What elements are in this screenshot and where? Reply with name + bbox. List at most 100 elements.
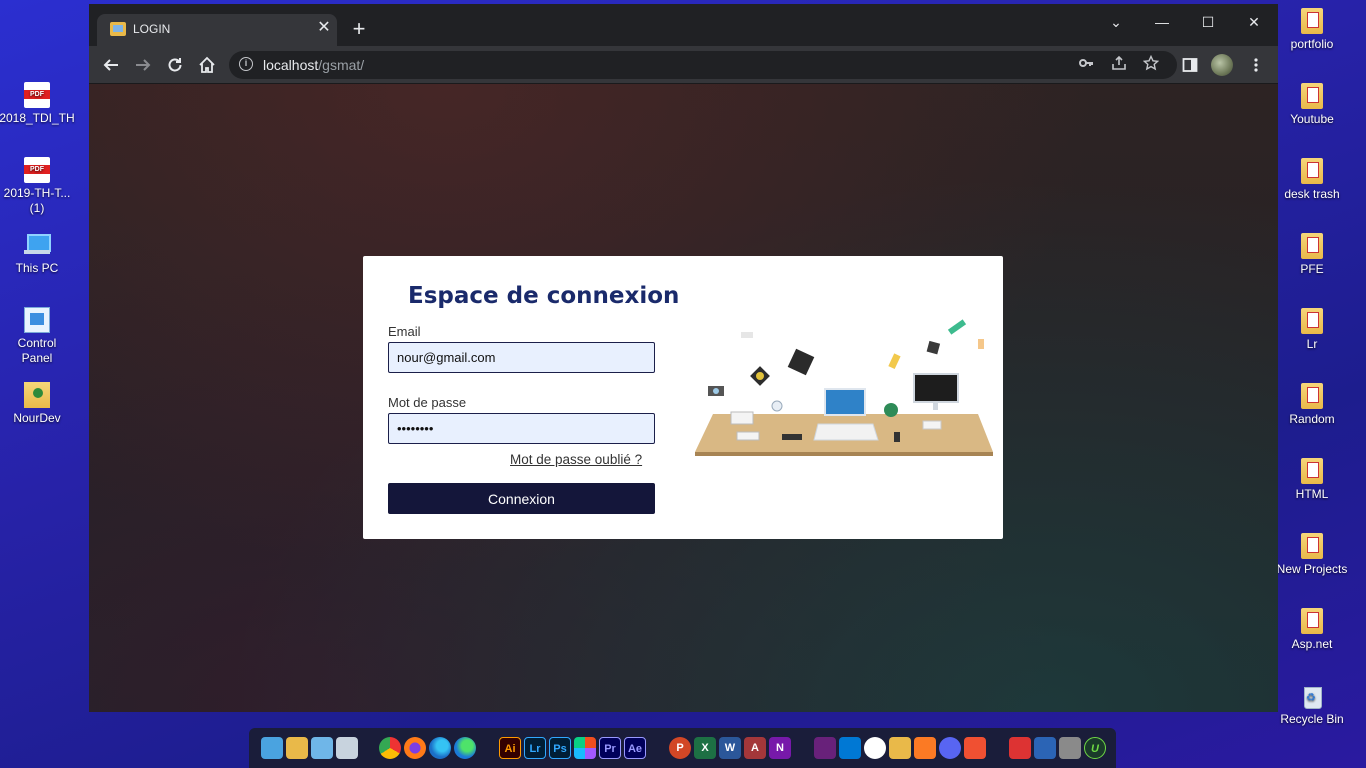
- key-glyph: [1079, 59, 1093, 67]
- monitor-shape: [913, 373, 959, 403]
- reload-button[interactable]: [164, 54, 186, 76]
- winrar-icon[interactable]: [1059, 737, 1081, 759]
- chrome-icon[interactable]: [379, 737, 401, 759]
- folder-icon[interactable]: [286, 737, 308, 759]
- tab-bar: LOGIN ✕ + ⌄ — ☐ ✕: [89, 4, 1278, 46]
- email-field[interactable]: [388, 342, 655, 373]
- premiere-icon[interactable]: Pr: [599, 737, 621, 759]
- xampp-icon[interactable]: [914, 737, 936, 759]
- url-text: localhost/gsmat/: [263, 57, 364, 73]
- folder-icon: [1301, 608, 1323, 634]
- profile-avatar[interactable]: [1211, 54, 1233, 76]
- side-panel-button[interactable]: [1179, 54, 1201, 76]
- visual-studio-icon[interactable]: [814, 737, 836, 759]
- edge-icon[interactable]: [429, 737, 451, 759]
- window-close-button[interactable]: ✕: [1242, 12, 1266, 32]
- browser-toolbar: i localhost/gsmat/: [89, 46, 1278, 84]
- edge-dev-icon[interactable]: [454, 737, 476, 759]
- login-title: Espace de connexion: [408, 283, 680, 309]
- share-glyph: [1112, 55, 1126, 70]
- word-icon[interactable]: W: [719, 737, 741, 759]
- menu-button[interactable]: [1245, 54, 1267, 76]
- desktop-icon-this-pc[interactable]: This PC: [0, 232, 77, 276]
- phone-shape: [894, 432, 900, 442]
- forward-button[interactable]: [132, 54, 154, 76]
- desktop-icon-html[interactable]: HTML: [1272, 458, 1352, 502]
- forgot-password-link[interactable]: Mot de passe oublié ?: [510, 452, 642, 467]
- recycle-bin-icon: [1299, 683, 1325, 709]
- share-icon[interactable]: [1109, 55, 1129, 75]
- arrow-right-icon: [136, 59, 151, 71]
- password-field[interactable]: [388, 413, 655, 444]
- desktop-icon-recycle-bin[interactable]: Recycle Bin: [1272, 683, 1352, 727]
- virtualbox-icon[interactable]: [1034, 737, 1056, 759]
- figma-icon[interactable]: [574, 737, 596, 759]
- image-viewer-icon[interactable]: [311, 737, 333, 759]
- file-explorer-icon[interactable]: [261, 737, 283, 759]
- desktop-icon-2018-tdi-th[interactable]: 2018_TDI_TH: [0, 82, 77, 126]
- email-label: Email: [388, 324, 421, 339]
- desktop-icon-label: NourDev: [13, 411, 61, 425]
- back-button[interactable]: [100, 54, 122, 76]
- desktop-icon-portfolio[interactable]: portfolio: [1272, 8, 1352, 52]
- desktop-icon-desk-trash[interactable]: desk trash: [1272, 158, 1352, 202]
- key-icon[interactable]: [1076, 55, 1096, 75]
- illustrator-icon[interactable]: Ai: [499, 737, 521, 759]
- folder-icon: [1301, 158, 1323, 184]
- access-icon[interactable]: A: [744, 737, 766, 759]
- bookmark-star-icon[interactable]: [1141, 54, 1161, 75]
- minimize-button[interactable]: —: [1150, 12, 1174, 32]
- desktop-icon-lr[interactable]: Lr: [1272, 308, 1352, 352]
- desktop-icon-control-panel[interactable]: Control Panel: [0, 307, 77, 366]
- keyboard-shape: [922, 420, 942, 430]
- tab-login[interactable]: LOGIN ✕: [97, 14, 337, 46]
- desktop-icon-random[interactable]: Random: [1272, 383, 1352, 427]
- after-effects-icon[interactable]: Ae: [624, 737, 646, 759]
- scanner-shape: [730, 411, 754, 425]
- git-icon[interactable]: [964, 737, 986, 759]
- address-bar[interactable]: i localhost/gsmat/: [229, 51, 1177, 79]
- desktop-icon-label: Recycle Bin: [1280, 712, 1344, 726]
- photoshop-icon[interactable]: Ps: [549, 737, 571, 759]
- upwork-icon[interactable]: U: [1084, 737, 1106, 759]
- desktop-icon-pfe[interactable]: PFE: [1272, 233, 1352, 277]
- floating-device-shape: [741, 332, 753, 338]
- desktop-icon-new-projects[interactable]: New Projects: [1272, 533, 1352, 577]
- desktop-icon-youtube[interactable]: Youtube: [1272, 83, 1352, 127]
- desktop-icon-2019-th[interactable]: 2019-TH-T... (1): [0, 157, 77, 216]
- laptop-screen-shape: [824, 388, 866, 416]
- desktop-icon-label: portfolio: [1290, 37, 1334, 51]
- excel-icon[interactable]: X: [694, 737, 716, 759]
- new-tab-button[interactable]: +: [348, 18, 370, 40]
- desktop-icon-nourdev[interactable]: NourDev: [0, 382, 77, 426]
- desktop-icon-asp-net[interactable]: Asp.net: [1272, 608, 1352, 652]
- site-info-icon[interactable]: i: [239, 57, 253, 71]
- url-host: localhost: [263, 57, 319, 73]
- recycle-bin-icon[interactable]: [336, 737, 358, 759]
- user-folder-icon: [24, 382, 50, 408]
- desktop-icon-label: This PC: [15, 261, 59, 275]
- xampp-folder-icon[interactable]: [889, 737, 911, 759]
- browser-window: LOGIN ✕ + ⌄ — ☐ ✕ i localhost/gsmat/ Esp…: [89, 4, 1278, 712]
- firefox-icon[interactable]: [404, 737, 426, 759]
- desktop-icon-label: 2019-TH-T... (1): [3, 186, 71, 215]
- powerpoint-icon[interactable]: P: [669, 737, 691, 759]
- onenote-icon[interactable]: N: [769, 737, 791, 759]
- wamp-icon[interactable]: [864, 737, 886, 759]
- tab-close-icon[interactable]: ✕: [315, 19, 333, 37]
- tab-search-button[interactable]: ⌄: [1104, 12, 1128, 32]
- ccleaner-icon[interactable]: [1009, 737, 1031, 759]
- login-button[interactable]: Connexion: [388, 483, 655, 514]
- home-button[interactable]: [196, 54, 218, 76]
- folder-icon: [1301, 8, 1323, 34]
- vscode-icon[interactable]: [839, 737, 861, 759]
- desk-edge-shape: [695, 452, 993, 456]
- maximize-button[interactable]: ☐: [1196, 12, 1220, 32]
- kebab-menu-icon: [1254, 58, 1258, 72]
- usb-stick-shape: [888, 353, 901, 370]
- favicon-icon: [110, 22, 126, 36]
- lightroom-icon[interactable]: Lr: [524, 737, 546, 759]
- desktop-icon-label: Lr: [1306, 337, 1318, 351]
- hard-drive-disc-shape: [756, 372, 764, 380]
- discord-icon[interactable]: [939, 737, 961, 759]
